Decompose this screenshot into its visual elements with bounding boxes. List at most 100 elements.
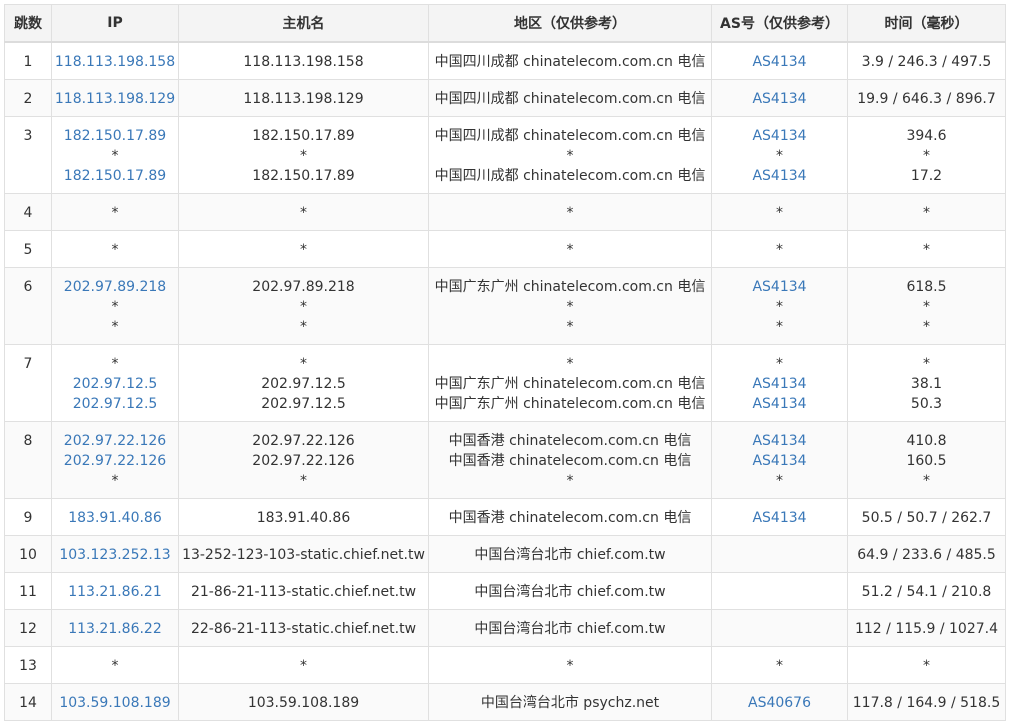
hostname-cell: 13-252-123-103-static.chief.net.tw bbox=[178, 534, 429, 573]
asn-link[interactable]: AS4134 bbox=[712, 52, 847, 72]
region-cell: 中国台湾台北市 chief.com.tw bbox=[428, 571, 712, 610]
table-row: 12 113.21.86.22 22-86-21-113-static.chief.… bbox=[4, 608, 1006, 647]
asn-cell: * bbox=[711, 645, 848, 684]
column-header-region: 地区（仅供参考） bbox=[428, 4, 712, 43]
ip-cell: 103.59.108.189 bbox=[51, 682, 179, 721]
time-cell: 394.6 * 17.2 bbox=[847, 115, 1006, 194]
hop-text: 8 bbox=[23, 432, 33, 449]
ip-link[interactable]: 113.21.86.21 bbox=[52, 582, 178, 602]
ip-link[interactable]: 113.21.86.22 bbox=[52, 619, 178, 639]
table-row: 6 202.97.89.218 * * 202.97.89.218 * * 中国广东广州 ch… bbox=[4, 266, 1006, 345]
time-cell: 50.5 / 50.7 / 262.7 bbox=[847, 497, 1006, 536]
timeout-marker: * bbox=[923, 241, 930, 258]
ip-link[interactable]: 182.150.17.89 bbox=[52, 126, 178, 146]
ip-link[interactable]: 103.123.252.13 bbox=[52, 545, 178, 565]
hostname-text: 202.97.12.5 bbox=[261, 395, 346, 412]
asn-link[interactable]: AS4134 bbox=[712, 508, 847, 528]
column-header-ip: IP bbox=[51, 4, 179, 43]
column-header-time: 时间（毫秒） bbox=[847, 4, 1006, 43]
column-header-hop: 跳数 bbox=[4, 4, 52, 43]
hop-text: 14 bbox=[19, 694, 37, 711]
region-text: 中国广东广州 chinatelecom.com.cn 电信 bbox=[434, 395, 706, 412]
timeout-marker: * bbox=[111, 147, 119, 164]
time-text: 394.6 bbox=[906, 127, 947, 144]
hostname-text: 118.113.198.158 bbox=[243, 54, 364, 70]
timeout-marker: * bbox=[923, 318, 930, 335]
ip-link[interactable]: 182.150.17.89 bbox=[52, 166, 178, 186]
asn-link[interactable]: AS4134 bbox=[712, 374, 847, 394]
asn-link[interactable]: AS4134 bbox=[712, 394, 847, 414]
region-cell: * 中国广东广州 chinatelecom.com.cn 电信 中国广东广州 chi… bbox=[428, 343, 712, 422]
region-text: 中国广东广州 chinatelecom.com.cn 电信 bbox=[434, 278, 706, 295]
time-cell: * bbox=[847, 192, 1006, 231]
region-text: 中国四川成都 chinatelecom.com.cn 电信 bbox=[434, 54, 706, 70]
hostname-cell: 182.150.17.89 * 182.150.17.89 bbox=[178, 115, 429, 194]
hostname-cell: * bbox=[178, 229, 429, 268]
time-text: 50.3 bbox=[910, 395, 943, 412]
hostname-text: 202.97.22.126 bbox=[252, 432, 355, 449]
timeout-marker: * bbox=[300, 472, 307, 489]
timeout-marker: * bbox=[300, 241, 307, 258]
ip-link[interactable]: 202.97.22.126 bbox=[52, 431, 178, 451]
ip-link[interactable]: 183.91.40.86 bbox=[52, 508, 178, 528]
hostname-cell: 21-86-21-113-static.chief.net.tw bbox=[178, 571, 429, 610]
region-cell: 中国台湾台北市 chief.com.tw bbox=[428, 534, 712, 573]
asn-link[interactable]: AS4134 bbox=[712, 126, 847, 146]
table-row: 14 103.59.108.189 103.59.108.189 中国台湾台北市 ps… bbox=[4, 682, 1006, 721]
timeout-marker: * bbox=[111, 318, 119, 335]
hostname-cell: 202.97.22.126 202.97.22.126 * bbox=[178, 420, 429, 499]
hop-cell: 8 bbox=[4, 420, 52, 499]
table-row: 9 183.91.40.86 183.91.40.86 中国香港 chinatelec… bbox=[4, 497, 1006, 536]
hostname-text: 182.150.17.89 bbox=[252, 167, 355, 184]
ip-link[interactable]: 202.97.12.5 bbox=[52, 394, 178, 414]
timeout-marker: * bbox=[566, 241, 574, 258]
asn-link[interactable]: AS4134 bbox=[712, 89, 847, 109]
time-text: 160.5 bbox=[906, 452, 947, 469]
time-cell: 112 / 115.9 / 1027.4 bbox=[847, 608, 1006, 647]
ip-link[interactable]: 202.97.89.218 bbox=[52, 277, 178, 297]
region-text: 中国香港 chinatelecom.com.cn 电信 bbox=[448, 452, 692, 469]
time-cell: 618.5 * * bbox=[847, 266, 1006, 345]
ip-link[interactable]: 118.113.198.158 bbox=[52, 52, 178, 72]
region-cell: 中国广东广州 chinatelecom.com.cn 电信 * * bbox=[428, 266, 712, 345]
asn-link[interactable]: AS40676 bbox=[712, 693, 847, 713]
region-text: 中国四川成都 chinatelecom.com.cn 电信 bbox=[434, 90, 706, 107]
timeout-marker: * bbox=[923, 472, 930, 489]
timeout-marker: * bbox=[300, 355, 307, 372]
asn-link[interactable]: AS4134 bbox=[712, 451, 847, 471]
asn-cell: * bbox=[711, 192, 848, 231]
table-row: 8 202.97.22.126 202.97.22.126 * 202.97.22.12… bbox=[4, 420, 1006, 499]
ip-link[interactable]: 118.113.198.129 bbox=[52, 89, 178, 109]
asn-link[interactable]: AS4134 bbox=[712, 166, 847, 186]
time-cell: 117.8 / 164.9 / 518.5 bbox=[847, 682, 1006, 721]
hostname-text: 182.150.17.89 bbox=[252, 127, 355, 144]
ip-link[interactable]: 202.97.22.126 bbox=[52, 451, 178, 471]
region-text: 中国香港 chinatelecom.com.cn 电信 bbox=[448, 509, 692, 526]
region-text: 中国四川成都 chinatelecom.com.cn 电信 bbox=[434, 167, 706, 184]
time-text: 112 / 115.9 / 1027.4 bbox=[854, 620, 999, 637]
hostname-cell: 202.97.89.218 * * bbox=[178, 266, 429, 345]
timeout-marker: * bbox=[776, 472, 783, 489]
ip-link[interactable]: 103.59.108.189 bbox=[52, 693, 178, 713]
timeout-marker: * bbox=[566, 657, 574, 674]
hop-text: 12 bbox=[19, 620, 37, 637]
time-text: 64.9 / 233.6 / 485.5 bbox=[857, 546, 996, 563]
ip-link[interactable]: 202.97.12.5 bbox=[52, 374, 178, 394]
time-cell: 3.9 / 246.3 / 497.5 bbox=[847, 41, 1006, 80]
column-header-hostname: 主机名 bbox=[178, 4, 429, 43]
asn-link[interactable]: AS4134 bbox=[712, 431, 847, 451]
hostname-cell: * 202.97.12.5 202.97.12.5 bbox=[178, 343, 429, 422]
ip-cell: 202.97.89.218 * * bbox=[51, 266, 179, 345]
time-text: 38.1 bbox=[910, 375, 943, 392]
hop-text: 10 bbox=[19, 546, 37, 563]
hop-cell: 6 bbox=[4, 266, 52, 345]
table-row: 3 182.150.17.89 * 182.150.17.89 182.150.17.8… bbox=[4, 115, 1006, 194]
hop-cell: 10 bbox=[4, 534, 52, 573]
asn-cell: AS4134 bbox=[711, 41, 848, 80]
ip-cell: 183.91.40.86 bbox=[51, 497, 179, 536]
hop-text: 13 bbox=[19, 657, 37, 674]
hostname-cell: 118.113.198.158 bbox=[178, 41, 429, 80]
hostname-text: 183.91.40.86 bbox=[256, 509, 351, 526]
asn-link[interactable]: AS4134 bbox=[712, 277, 847, 297]
time-cell: * bbox=[847, 229, 1006, 268]
